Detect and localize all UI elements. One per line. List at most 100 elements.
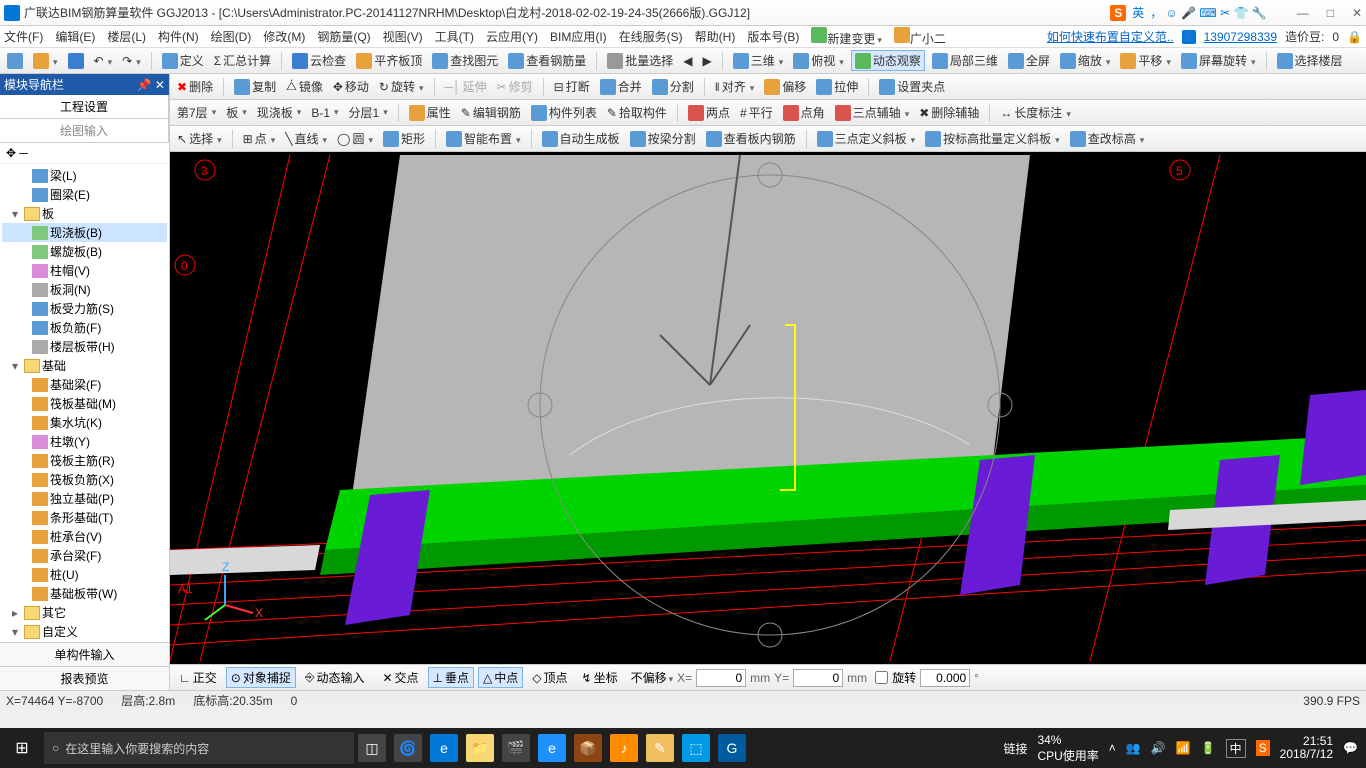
ortho-toggle[interactable]: ∟正交: [174, 667, 222, 688]
dyn-input-toggle[interactable]: ⎆动态输入: [300, 667, 370, 688]
user-link[interactable]: 广小二: [894, 27, 946, 47]
next-icon[interactable]: ▶: [699, 53, 714, 69]
point-tool[interactable]: ⊞点: [240, 129, 279, 148]
select-tool[interactable]: ↖选择: [174, 129, 225, 148]
rotate-button[interactable]: ↻旋转: [376, 77, 427, 96]
new-file-icon[interactable]: [4, 52, 26, 70]
floor-select[interactable]: 第7层: [174, 103, 219, 122]
split-by-beam-button[interactable]: 按梁分割: [627, 129, 699, 148]
pan-button[interactable]: 平移: [1117, 51, 1174, 70]
ime-indicator[interactable]: S 英 ， ☺ 🎤 ⌨ ✂ 👕 🔧: [1110, 4, 1266, 21]
flat-roof-button[interactable]: 平齐板顶: [353, 51, 425, 70]
tree-pile[interactable]: 桩(U): [50, 566, 79, 583]
tray-people-icon[interactable]: 👥: [1126, 741, 1141, 755]
batch-select-button[interactable]: 批量选择: [604, 51, 676, 70]
taskbar-search[interactable]: ○ 在这里输入你要搜索的内容: [44, 732, 354, 764]
app-icon-1[interactable]: 🌀: [394, 734, 422, 762]
tree-slab-folder[interactable]: 板: [42, 205, 54, 222]
local-3d-button[interactable]: 局部三维: [929, 51, 1001, 70]
parallel-button[interactable]: #平行: [737, 103, 776, 122]
tree-cap-beam[interactable]: 承台梁(F): [50, 547, 101, 564]
dim-length-button[interactable]: ↔长度标注: [997, 103, 1074, 122]
open-file-icon[interactable]: [30, 52, 61, 70]
batch-slope-button[interactable]: 按标高批量定义斜板: [922, 129, 1063, 148]
trim-button[interactable]: ✂修剪: [494, 77, 536, 96]
tree-found-band[interactable]: 基础板带(W): [50, 585, 117, 602]
mirror-button[interactable]: ⧊镜像: [283, 77, 326, 96]
maximize-button[interactable]: □: [1327, 6, 1334, 20]
tree-slab-neg[interactable]: 板负筋(F): [50, 319, 101, 336]
fullscreen-button[interactable]: 全屏: [1005, 51, 1053, 70]
osnap-toggle[interactable]: ⊙对象捕捉: [226, 667, 296, 688]
sum-calc-button[interactable]: Σ 汇总计算: [211, 51, 274, 70]
circle-tool[interactable]: ◯圆: [334, 129, 376, 148]
copy-button[interactable]: 复制: [231, 77, 279, 96]
tray-ime-icon[interactable]: 中: [1226, 739, 1246, 758]
find-graph-button[interactable]: 查找图元: [429, 51, 501, 70]
view-steel-button[interactable]: 查看钢筋量: [505, 51, 589, 70]
menu-file[interactable]: 文件(F): [4, 28, 43, 45]
delete-button[interactable]: ✖删除: [174, 77, 216, 96]
intersect-snap[interactable]: ✕交点: [377, 667, 423, 688]
new-change-button[interactable]: 新建变更: [811, 27, 882, 47]
move-button[interactable]: ✥移动: [330, 77, 372, 96]
split-button[interactable]: 分割: [649, 77, 697, 96]
rotate-checkbox[interactable]: [875, 671, 888, 684]
menu-edit[interactable]: 编辑(E): [55, 28, 95, 45]
tray-link[interactable]: 链接: [1003, 740, 1027, 757]
tree-spiral-slab[interactable]: 螺旋板(B): [50, 243, 102, 260]
menu-modify[interactable]: 修改(M): [263, 28, 305, 45]
menu-cloud[interactable]: 云应用(Y): [486, 28, 538, 45]
tree-slab-rebar[interactable]: 板受力筋(S): [50, 300, 114, 317]
menu-bim[interactable]: BIM应用(I): [550, 28, 607, 45]
minimize-button[interactable]: —: [1297, 6, 1309, 20]
tree-found-beam[interactable]: 基础梁(F): [50, 376, 101, 393]
tree-raft-neg[interactable]: 筏板负筋(X): [50, 471, 114, 488]
angle-input[interactable]: [920, 669, 970, 687]
perp-snap[interactable]: ⊥垂点: [428, 667, 474, 688]
auto-gen-slab-button[interactable]: 自动生成板: [539, 129, 623, 148]
view-3d-button[interactable]: 三维: [730, 51, 787, 70]
menu-version[interactable]: 版本号(B): [747, 28, 799, 45]
menu-member[interactable]: 构件(N): [158, 28, 199, 45]
tree-floor-band[interactable]: 楼层板带(H): [50, 338, 115, 355]
task-view-icon[interactable]: ◫: [358, 734, 386, 762]
view-board-steel-button[interactable]: 查看板内钢筋: [703, 129, 799, 148]
zoom-button[interactable]: 缩放: [1057, 51, 1114, 70]
tree-ring-beam[interactable]: 圈梁(E): [50, 186, 90, 203]
tree-raft-main[interactable]: 筏板主筋(R): [50, 452, 115, 469]
cloud-check-button[interactable]: 云检查: [289, 51, 349, 70]
top-view-button[interactable]: 俯视: [790, 51, 847, 70]
tree-cast-slab[interactable]: 现浇板(B): [50, 224, 102, 241]
threept-button[interactable]: 三点辅轴: [832, 103, 913, 122]
tray-volume-icon[interactable]: 🔊: [1151, 741, 1166, 755]
property-button[interactable]: 属性: [406, 103, 454, 122]
type-select[interactable]: 现浇板: [254, 103, 305, 122]
tree-sump[interactable]: 集水坑(K): [50, 414, 102, 431]
tree-raft[interactable]: 筏板基础(M): [50, 395, 116, 412]
redo-icon[interactable]: ↷: [119, 53, 144, 69]
explorer-icon[interactable]: 📁: [466, 734, 494, 762]
category-select[interactable]: 板: [223, 103, 250, 122]
ptang-button[interactable]: 点角: [780, 103, 828, 122]
menu-online[interactable]: 在线服务(S): [619, 28, 683, 45]
edit-steel-button[interactable]: ✎编辑钢筋: [458, 103, 524, 122]
account-number[interactable]: 13907298339: [1204, 30, 1277, 44]
check-elev-button[interactable]: 查改标高: [1067, 129, 1148, 148]
rect-tool[interactable]: 矩形: [380, 129, 428, 148]
twopt-button[interactable]: 两点: [685, 103, 733, 122]
select-floor-button[interactable]: 选择楼层: [1274, 51, 1346, 70]
tree-column-cap[interactable]: 柱帽(V): [50, 262, 90, 279]
line-tool[interactable]: ╲直线: [282, 129, 330, 148]
y-offset-input[interactable]: [793, 669, 843, 687]
tray-notification-icon[interactable]: 💬: [1343, 741, 1358, 755]
undo-icon[interactable]: ↶: [91, 53, 116, 69]
tray-sogou-icon[interactable]: S: [1256, 740, 1270, 756]
tree-other[interactable]: 其它: [42, 604, 66, 621]
pick-member-button[interactable]: ✎拾取构件: [604, 103, 670, 122]
smart-place-button[interactable]: 智能布置: [443, 129, 524, 148]
stretch-button[interactable]: 拉伸: [813, 77, 861, 96]
app-icon-3[interactable]: ♪: [610, 734, 638, 762]
3d-viewport[interactable]: 3 5 0 A1 Z X: [170, 152, 1366, 664]
menu-view[interactable]: 视图(V): [383, 28, 423, 45]
